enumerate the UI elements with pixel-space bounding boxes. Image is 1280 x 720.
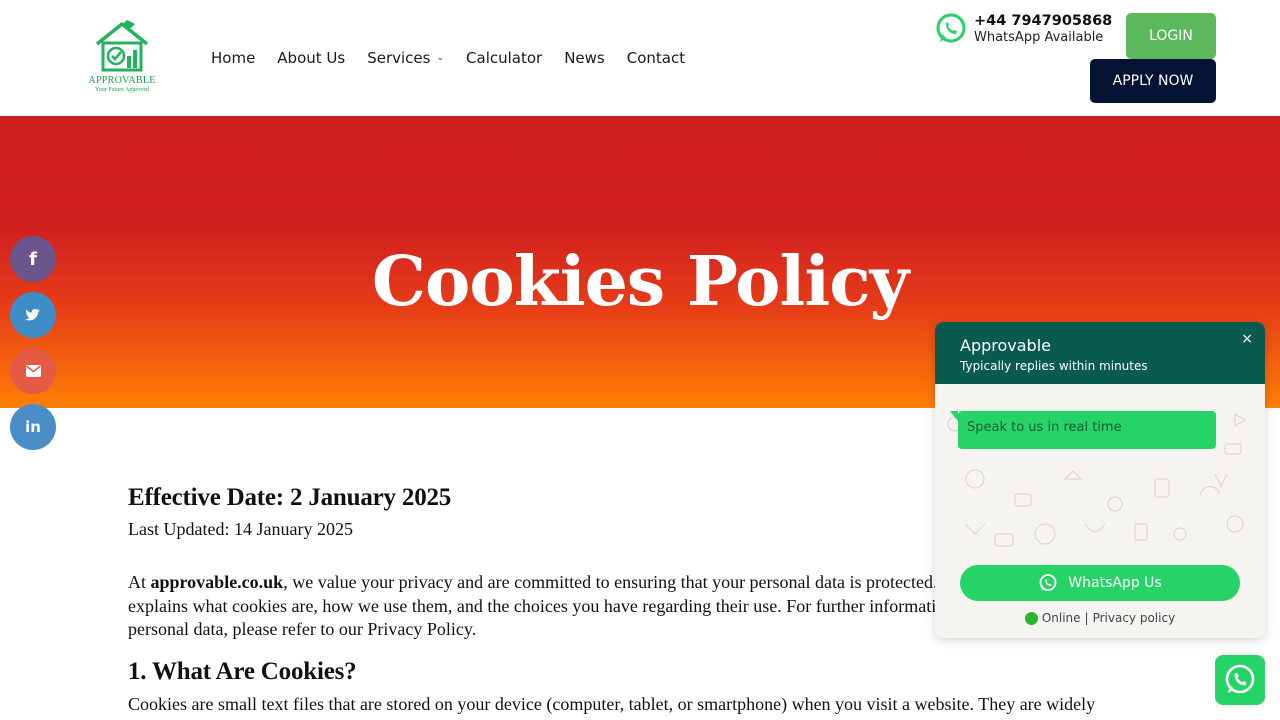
nav-calculator[interactable]: Calculator	[466, 49, 542, 67]
intro-prefix: At	[128, 572, 151, 592]
chat-reply-time: Typically replies within minutes	[960, 359, 1148, 373]
site-logo[interactable]: APPROVABLE Your Future Approved	[86, 18, 158, 98]
nav-about-us[interactable]: About Us	[277, 49, 345, 67]
chat-message-bubble: Speak to us in real time	[950, 411, 1216, 449]
chevron-down-icon: ⌄	[436, 53, 445, 63]
house-logo-icon	[95, 20, 149, 72]
chat-widget-body: Speak to us in real time WhatsApp Us Onl…	[935, 384, 1265, 638]
twitter-share-button[interactable]	[10, 292, 56, 338]
page-title: Cookies Policy	[371, 242, 909, 322]
facebook-icon: f	[29, 248, 37, 270]
nav-services-label: Services	[367, 49, 431, 67]
apply-now-button[interactable]: APPLY NOW	[1090, 59, 1216, 103]
logo-text: APPROVABLE	[88, 75, 156, 86]
whatsapp-icon	[936, 13, 966, 43]
social-share-bar: f in	[10, 236, 56, 460]
privacy-policy-link[interactable]: Privacy policy	[1093, 611, 1176, 625]
nav-news[interactable]: News	[564, 49, 605, 67]
whatsapp-us-button[interactable]: WhatsApp Us	[960, 565, 1240, 601]
chat-widget-footer: Online | Privacy policy	[935, 611, 1265, 625]
section-paragraph: Cookies are small text files that are st…	[128, 693, 1096, 714]
email-icon	[25, 365, 41, 377]
twitter-icon	[25, 308, 41, 321]
whatsapp-floating-button[interactable]	[1215, 655, 1265, 705]
online-status-dot-icon	[1024, 611, 1038, 625]
whatsapp-chat-widget: Approvable Typically replies within minu…	[935, 322, 1265, 638]
section-heading-what-are-cookies: 1. What Are Cookies?	[128, 657, 357, 685]
nav-services[interactable]: Services ⌄	[367, 49, 444, 67]
footer-separator: |	[1084, 611, 1089, 625]
logo-tagline: Your Future Approved	[94, 87, 150, 93]
nav-home[interactable]: Home	[211, 49, 255, 67]
whatsapp-icon	[1039, 574, 1057, 591]
linkedin-share-button[interactable]: in	[10, 404, 56, 450]
whatsapp-phone[interactable]: +44 7947905868	[974, 12, 1112, 30]
whatsapp-us-label: WhatsApp Us	[1068, 575, 1162, 591]
whatsapp-availability: WhatsApp Available	[974, 30, 1104, 46]
chat-business-name: Approvable	[960, 336, 1051, 355]
nav-contact[interactable]: Contact	[627, 49, 685, 67]
main-nav: Home About Us Services ⌄ Calculator News…	[211, 47, 685, 69]
whatsapp-contact[interactable]: +44 7947905868 WhatsApp Available	[934, 12, 1112, 46]
login-button[interactable]: LOGIN	[1126, 13, 1216, 59]
online-status-text: Online	[1041, 611, 1081, 625]
facebook-share-button[interactable]: f	[10, 236, 56, 282]
chat-widget-header: Approvable Typically replies within minu…	[935, 322, 1265, 384]
linkedin-icon: in	[25, 418, 41, 436]
email-share-button[interactable]	[10, 348, 56, 394]
close-icon[interactable]: ×	[1241, 331, 1253, 347]
whatsapp-icon	[1225, 664, 1255, 694]
site-name-link[interactable]: approvable.co.uk	[151, 572, 284, 592]
site-header: APPROVABLE Your Future Approved Home Abo…	[0, 0, 1280, 116]
